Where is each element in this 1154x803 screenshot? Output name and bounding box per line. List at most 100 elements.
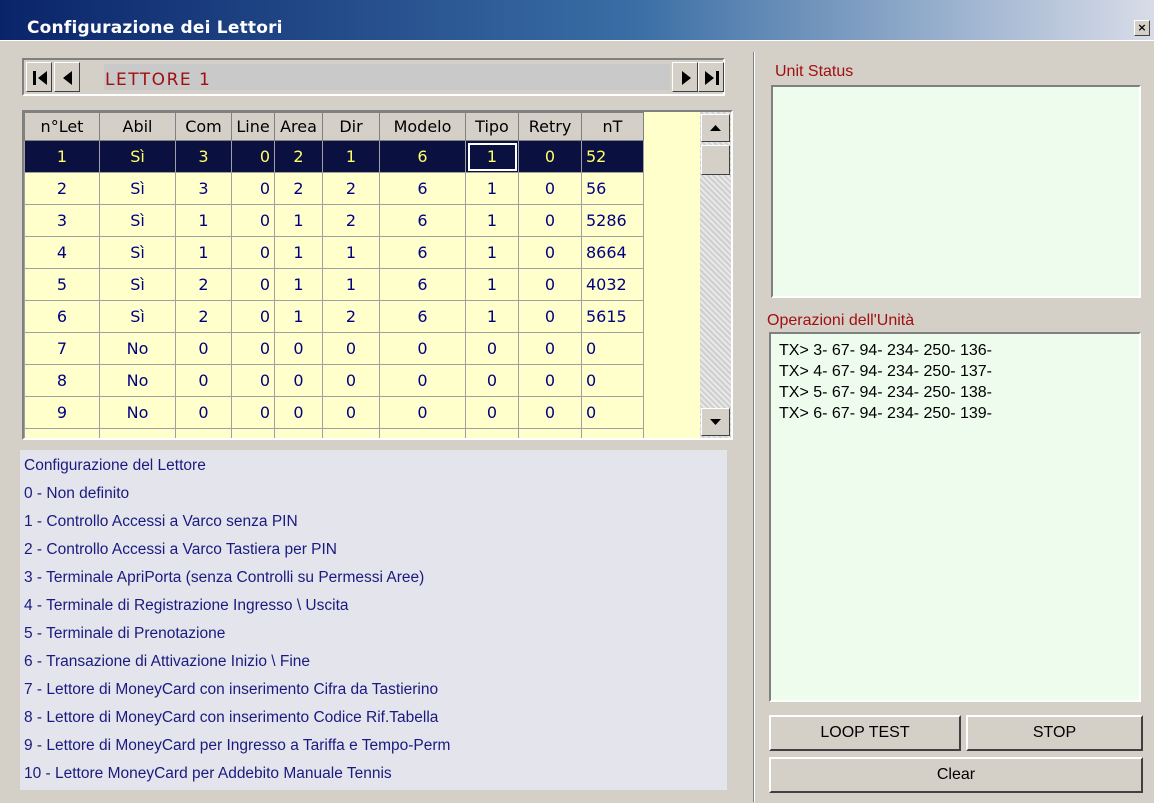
table-cell[interactable]: 0 xyxy=(581,428,644,438)
table-cell[interactable]: 0 xyxy=(274,332,323,365)
table-cell[interactable]: 1 xyxy=(175,204,232,237)
table-cell[interactable]: 0 xyxy=(274,364,323,397)
table-cell[interactable]: 0 xyxy=(379,332,466,365)
table-row[interactable]: 9 No 0 0 0 0 0 0 0 0 xyxy=(24,396,644,429)
table-cell[interactable]: 0 xyxy=(231,428,275,438)
table-cell[interactable]: 5615 xyxy=(581,300,644,333)
table-cell[interactable]: 0 xyxy=(175,332,232,365)
table-cell[interactable]: Sì xyxy=(99,236,176,269)
table-cell[interactable]: 0 xyxy=(231,140,275,173)
table-cell[interactable]: 5286 xyxy=(581,204,644,237)
table-cell[interactable]: 9 xyxy=(24,396,100,429)
stop-button[interactable]: STOP xyxy=(966,715,1143,751)
table-cell[interactable]: Sì xyxy=(99,268,176,301)
table-cell[interactable]: No xyxy=(99,332,176,365)
table-row[interactable]: 4 Sì 1 0 1 1 6 1 0 8664 xyxy=(24,236,644,269)
table-cell[interactable]: 0 xyxy=(518,140,582,173)
table-cell[interactable]: 1 xyxy=(465,172,519,205)
table-cell[interactable]: 0 xyxy=(231,332,275,365)
table-cell[interactable]: 52 xyxy=(581,140,644,173)
loop-test-button[interactable]: LOOP TEST xyxy=(769,715,961,751)
column-header[interactable]: Tipo xyxy=(465,112,519,141)
grid-scrollbar[interactable] xyxy=(700,112,731,438)
table-cell[interactable]: 2 xyxy=(24,172,100,205)
table-cell[interactable]: 0 xyxy=(465,364,519,397)
table-cell[interactable]: 0 xyxy=(231,236,275,269)
table-cell[interactable]: 6 xyxy=(24,300,100,333)
scroll-down-button[interactable] xyxy=(701,408,730,436)
table-cell[interactable]: 6 xyxy=(379,172,466,205)
table-cell[interactable]: 0 xyxy=(274,428,323,438)
table-cell[interactable]: 8 xyxy=(24,364,100,397)
column-header[interactable]: n°Let xyxy=(24,112,100,141)
table-cell[interactable]: 0 xyxy=(379,396,466,429)
table-cell[interactable]: 6 xyxy=(379,300,466,333)
column-header[interactable]: Retry xyxy=(518,112,582,141)
table-cell[interactable]: 0 xyxy=(518,204,582,237)
table-cell[interactable]: 1 xyxy=(24,140,100,173)
table-cell[interactable]: 1 xyxy=(465,236,519,269)
table-cell[interactable]: 3 xyxy=(175,140,232,173)
table-cell[interactable]: 0 xyxy=(518,364,582,397)
table-cell[interactable]: 3 xyxy=(24,204,100,237)
table-cell[interactable]: 0 xyxy=(274,396,323,429)
table-cell[interactable]: 56 xyxy=(581,172,644,205)
table-cell[interactable]: 2 xyxy=(274,140,323,173)
table-cell[interactable]: 0 xyxy=(379,364,466,397)
table-cell[interactable]: 6 xyxy=(379,268,466,301)
operations-log[interactable]: TX> 3- 67- 94- 234- 250- 136- TX> 4- 67-… xyxy=(769,332,1141,702)
table-cell[interactable]: 1 xyxy=(175,236,232,269)
table-row[interactable]: 2 Sì 3 0 2 2 6 1 0 56 xyxy=(24,172,644,205)
table-row[interactable]: 8 No 0 0 0 0 0 0 0 0 xyxy=(24,364,644,397)
table-cell[interactable]: 6 xyxy=(379,236,466,269)
table-cell[interactable]: 1 xyxy=(274,204,323,237)
first-record-button[interactable] xyxy=(26,62,52,92)
table-cell[interactable]: 0 xyxy=(322,428,380,438)
scroll-thumb[interactable] xyxy=(701,145,730,175)
table-cell[interactable]: 0 xyxy=(175,428,232,438)
table-cell[interactable]: 2 xyxy=(322,300,380,333)
table-cell[interactable]: 1 xyxy=(465,268,519,301)
table-cell[interactable]: No xyxy=(99,364,176,397)
column-header[interactable]: Com xyxy=(175,112,232,141)
table-cell[interactable]: 0 xyxy=(581,364,644,397)
table-cell[interactable]: 6 xyxy=(379,204,466,237)
column-header[interactable]: Area xyxy=(274,112,323,141)
table-cell[interactable]: 1 xyxy=(322,236,380,269)
table-cell[interactable]: 0 xyxy=(518,428,582,438)
table-cell[interactable]: 0 xyxy=(465,396,519,429)
table-cell[interactable]: 0 xyxy=(175,364,232,397)
table-cell[interactable]: 1 xyxy=(274,236,323,269)
table-cell[interactable]: 0 xyxy=(581,332,644,365)
readers-grid[interactable]: n°Let Abil Com Line Area Dir Modelo Tipo Retry nT… xyxy=(22,110,733,440)
prev-record-button[interactable] xyxy=(54,62,80,92)
table-cell[interactable]: 10 xyxy=(24,428,100,438)
table-cell[interactable]: 7 xyxy=(24,332,100,365)
table-cell[interactable]: 0 xyxy=(518,268,582,301)
table-cell[interactable]: Sì xyxy=(99,204,176,237)
table-cell[interactable]: 4032 xyxy=(581,268,644,301)
table-cell[interactable]: 1 xyxy=(274,268,323,301)
table-cell[interactable]: 0 xyxy=(518,332,582,365)
column-header[interactable]: nT xyxy=(581,112,644,141)
table-cell[interactable]: No xyxy=(99,428,176,438)
table-cell[interactable]: 5 xyxy=(24,268,100,301)
table-cell[interactable]: 8664 xyxy=(581,236,644,269)
column-header[interactable]: Modelo xyxy=(379,112,466,141)
table-cell[interactable]: 6 xyxy=(379,140,466,173)
column-header[interactable]: Dir xyxy=(322,112,380,141)
table-row[interactable]: 10No00000000 xyxy=(24,428,644,438)
table-cell[interactable]: 0 xyxy=(518,172,582,205)
table-cell[interactable]: 2 xyxy=(175,300,232,333)
table-row[interactable]: 5 Sì 2 0 1 1 6 1 0 4032 xyxy=(24,268,644,301)
close-icon[interactable]: × xyxy=(1134,20,1150,36)
table-cell[interactable]: 0 xyxy=(465,428,519,438)
table-cell[interactable]: 0 xyxy=(322,332,380,365)
table-cell[interactable]: 3 xyxy=(175,172,232,205)
table-cell[interactable]: 0 xyxy=(379,428,466,438)
table-cell[interactable]: 1 xyxy=(465,204,519,237)
table-cell[interactable]: 0 xyxy=(231,172,275,205)
table-row[interactable]: 6 Sì 2 0 1 2 6 1 0 5615 xyxy=(24,300,644,333)
table-cell[interactable]: 1 xyxy=(322,268,380,301)
table-cell[interactable]: Sì xyxy=(99,140,176,173)
